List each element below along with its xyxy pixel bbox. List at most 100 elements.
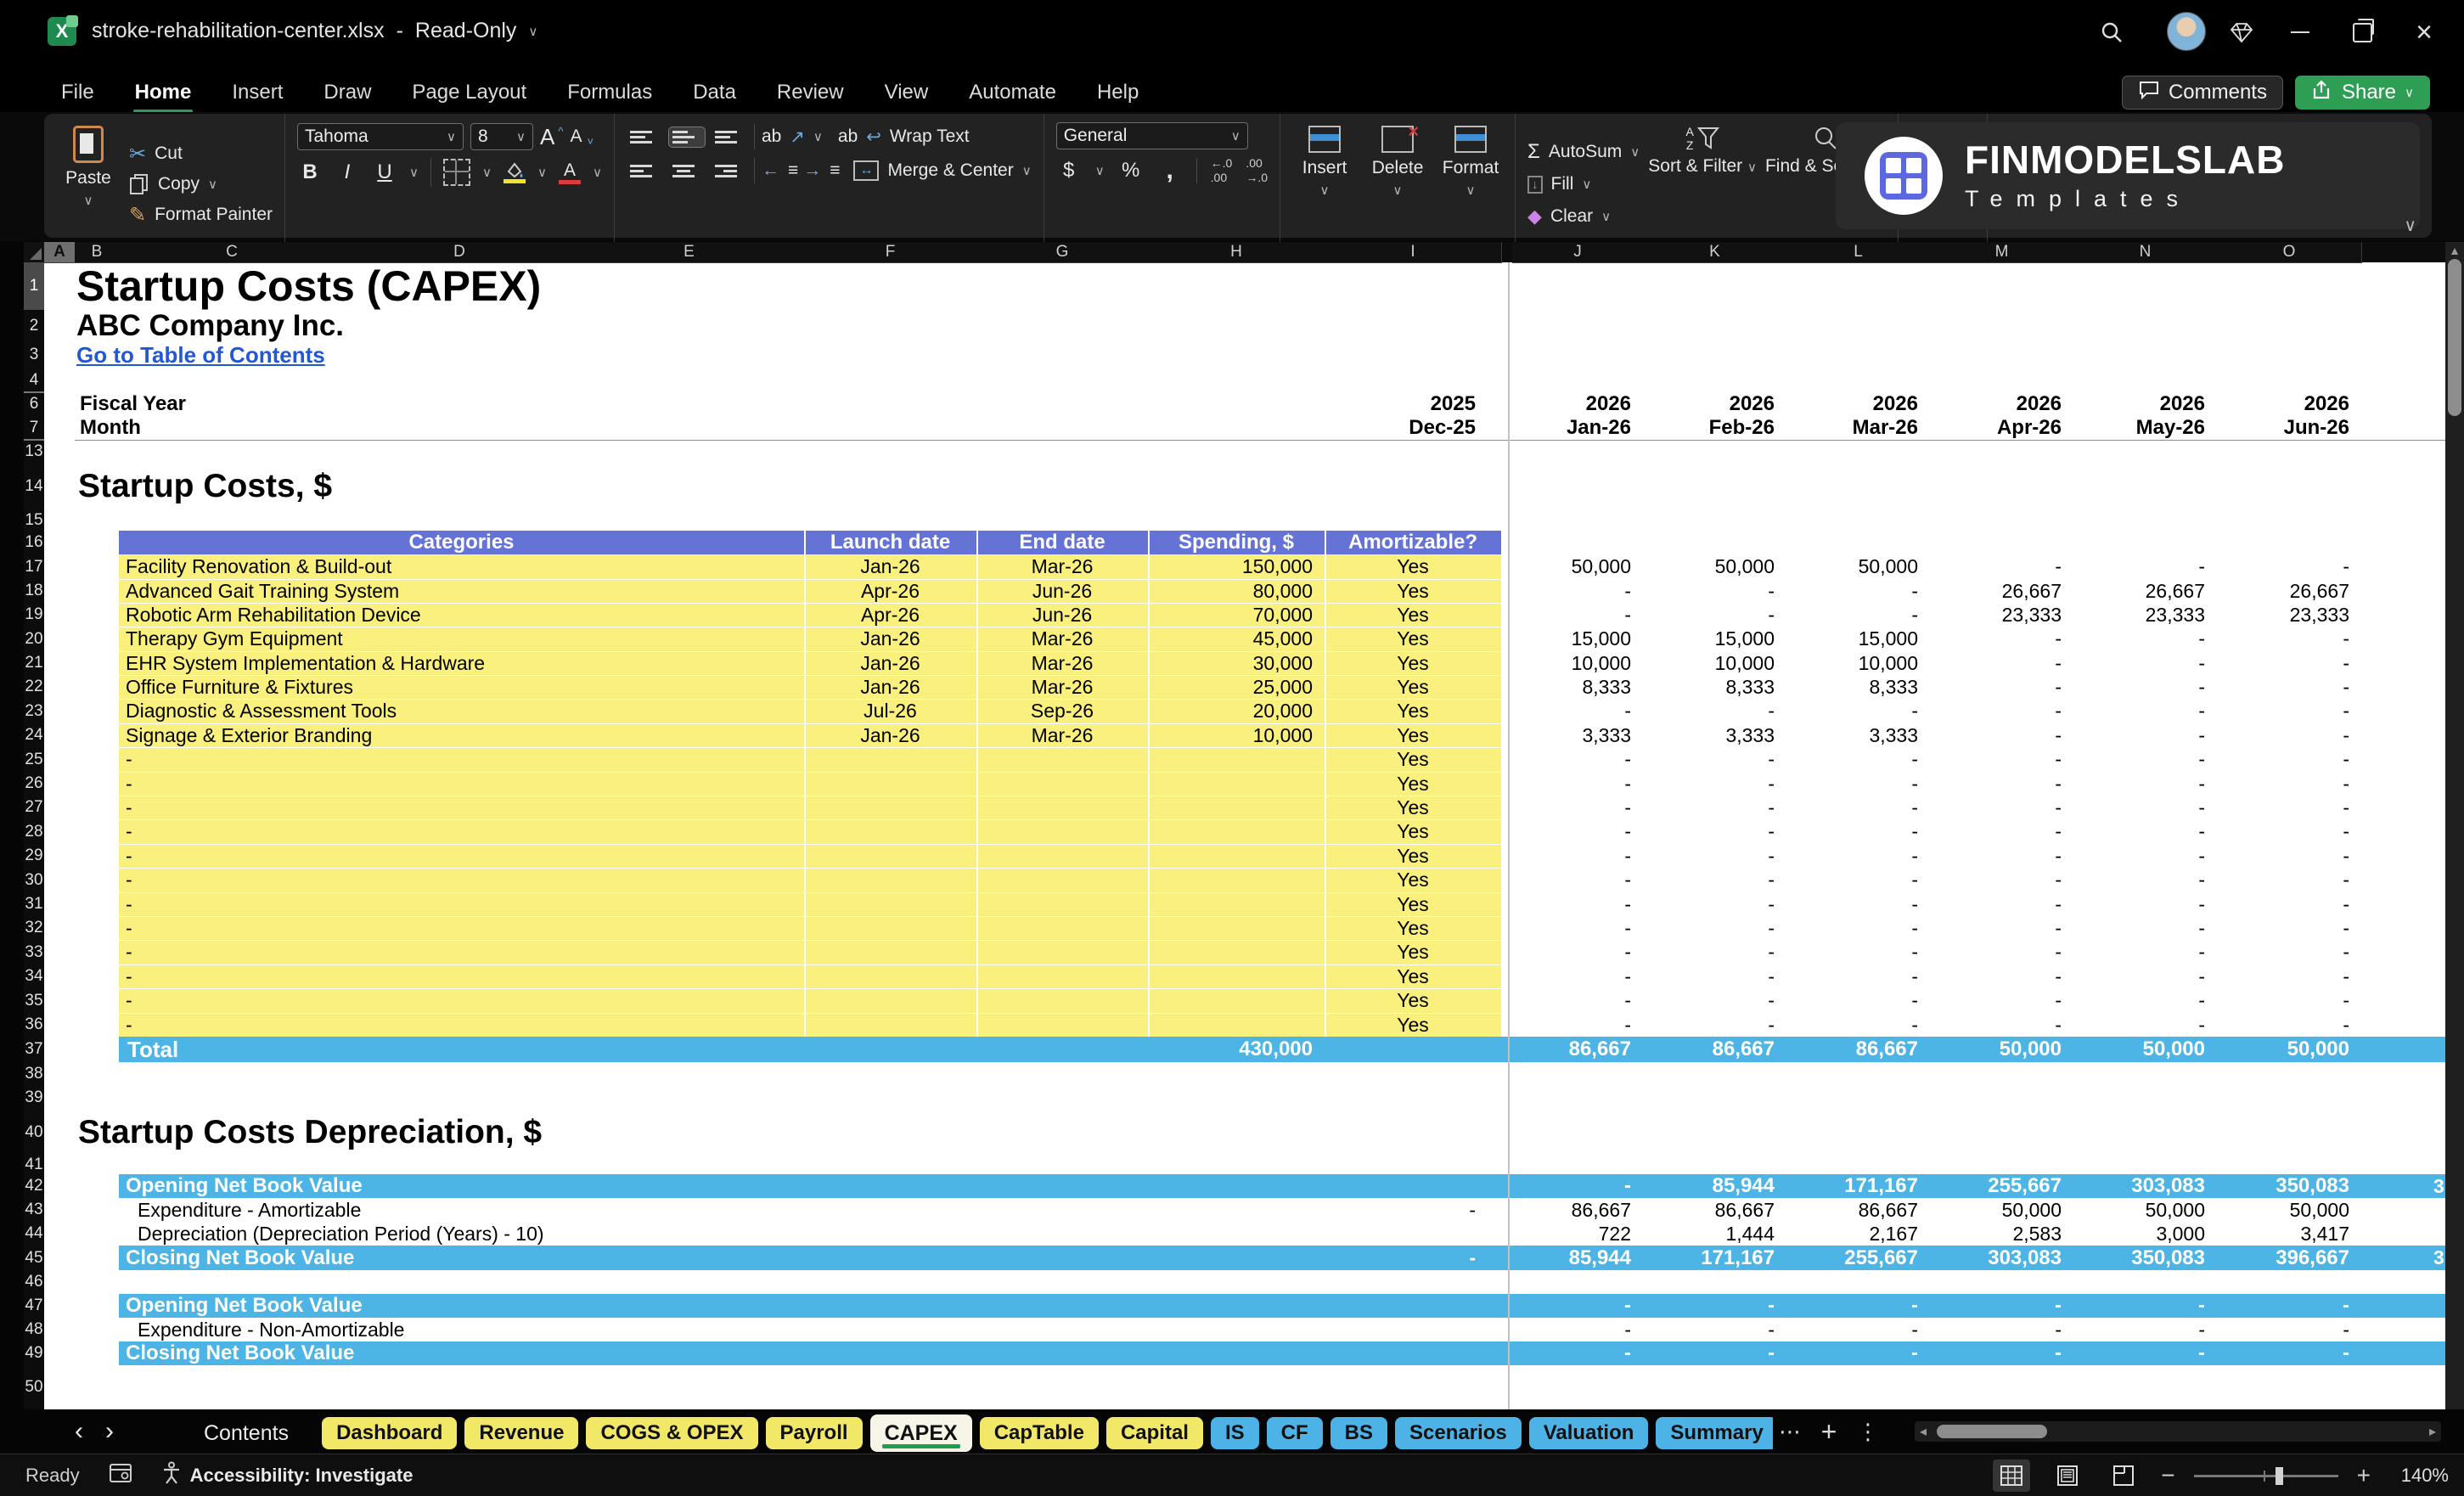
monthly-spending-cell[interactable]: - [2073,1013,2205,1037]
sheet-tab-contents[interactable]: Contents [178,1417,314,1449]
delete-cells-button[interactable]: × Delete ∨ [1365,121,1430,246]
depreciation-value-cell[interactable]: 303,083 [2073,1174,2205,1198]
end-date-cell[interactable]: Jun-26 [976,603,1148,627]
depreciation-value-cell[interactable]: 50,000 [2073,1198,2205,1222]
monthly-spending-cell[interactable]: - [1643,747,1775,772]
vertical-scrollbar[interactable]: ▲ [2445,242,2464,1409]
accessibility-status[interactable]: Accessibility: Investigate [190,1465,413,1487]
underline-button[interactable]: U [372,160,397,184]
sheet-tab-dashboard[interactable]: Dashboard [322,1417,458,1449]
decrease-indent-button[interactable]: ← ≡ [762,156,798,185]
depreciation-value-cell[interactable]: 255,667 [1786,1246,1918,1270]
menu-tab-insert[interactable]: Insert [215,76,300,110]
chevron-down-icon[interactable]: ∨ [528,24,537,39]
depreciation-value-cell[interactable]: - [2073,1294,2205,1318]
depreciation-value-cell[interactable]: 50,000 [2217,1198,2349,1222]
insert-cells-button[interactable]: Insert ∨ [1292,122,1357,246]
depreciation-value-cell[interactable]: 722 [1512,1222,1631,1246]
cost-category-cell[interactable]: - [126,844,796,868]
bold-button[interactable]: B [297,160,323,184]
monthly-spending-cell[interactable]: - [1643,892,1775,916]
monthly-spending-cell[interactable]: - [2073,796,2205,819]
depreciation-value-cell[interactable]: 171,167 [1643,1246,1775,1270]
cost-category-cell[interactable]: Advanced Gait Training System [126,579,796,603]
macro-record-icon[interactable] [109,1463,132,1488]
total-monthly-cell[interactable]: 50,000 [2073,1037,2205,1062]
monthly-spending-cell[interactable]: - [1930,554,2062,579]
monthly-spending-cell[interactable]: - [1512,868,1631,892]
more-sheets-button[interactable]: ⋯ [1773,1409,1807,1454]
row-header-13[interactable]: 13 [24,440,44,464]
monthly-spending-cell[interactable]: - [2217,554,2349,579]
amortizable-cell[interactable]: Yes [1325,892,1501,916]
depreciation-value-cell[interactable]: - [1930,1341,2062,1365]
fiscal-year-value[interactable]: 2026 [2217,392,2349,416]
cost-category-cell[interactable]: Robotic Arm Rehabilitation Device [126,603,796,627]
monthly-spending-cell[interactable]: 8,333 [1786,675,1918,699]
next-sheet-arrow[interactable]: › [105,1417,114,1446]
fiscal-year-value[interactable]: 2026 [1930,392,2062,416]
monthly-spending-cell[interactable]: - [1512,916,1631,940]
monthly-spending-cell[interactable]: - [1930,892,2062,916]
monthly-spending-cell[interactable]: - [1512,892,1631,916]
amortizable-cell[interactable]: Yes [1325,675,1501,699]
column-header-D[interactable]: D [345,242,575,263]
depreciation-value-cell[interactable]: 2,167 [1786,1222,1918,1246]
monthly-spending-cell[interactable]: 8,333 [1512,675,1631,699]
depreciation-row-label[interactable]: Expenditure - Amortizable [138,1198,1072,1222]
amortizable-cell[interactable]: Yes [1325,723,1501,747]
month-value[interactable]: Dec-25 [1325,416,1476,440]
depreciation-value-cell[interactable]: 171,167 [1786,1174,1918,1198]
monthly-spending-cell[interactable]: - [2217,988,2349,1013]
sort-filter-button[interactable]: AZ Sort & Filter ∨ [1648,122,1757,246]
row-header-33[interactable]: 33 [24,940,44,965]
monthly-spending-cell[interactable]: - [1786,988,1918,1013]
monthly-spending-cell[interactable]: - [1643,940,1775,965]
monthly-spending-cell[interactable]: - [1930,988,2062,1013]
depreciation-value-cell[interactable]: 2,583 [1930,1222,2062,1246]
cost-category-cell[interactable]: - [126,1013,796,1037]
monthly-spending-cell[interactable]: - [1643,699,1775,723]
depreciation-value-cell[interactable]: - [1786,1341,1918,1365]
depreciation-value-cell[interactable]: - [2217,1318,2349,1341]
monthly-spending-cell[interactable]: - [2217,747,2349,772]
sheet-tab-payroll[interactable]: Payroll [765,1417,863,1449]
end-date-cell[interactable]: Mar-26 [976,651,1148,675]
amortizable-cell[interactable]: Yes [1325,699,1501,723]
launch-date-cell[interactable]: Jul-26 [804,699,976,723]
table-header-spending[interactable]: Spending, $ [1148,531,1325,554]
monthly-spending-cell[interactable]: - [1930,844,2062,868]
monthly-spending-cell[interactable]: - [1643,916,1775,940]
row-header-7[interactable]: 7 [24,416,44,441]
italic-button[interactable]: I [335,160,360,184]
monthly-spending-cell[interactable]: - [2073,916,2205,940]
monthly-spending-cell[interactable]: - [1643,603,1775,627]
monthly-spending-cell[interactable]: - [2217,651,2349,675]
menu-tab-draw[interactable]: Draw [307,76,388,110]
depreciation-row-label[interactable]: Opening Net Book Value [126,1174,1060,1198]
sheet-tab-capex[interactable]: CAPEX [869,1414,972,1452]
depreciation-value-cell[interactable]: 255,667 [1930,1174,2062,1198]
monthly-spending-cell[interactable]: - [2073,844,2205,868]
monthly-spending-cell[interactable]: - [1930,796,2062,819]
sheet-tab-captable[interactable]: CapTable [979,1417,1099,1449]
depreciation-value-cell[interactable]: - [1930,1294,2062,1318]
depreciation-value-cell[interactable]: 1,444 [1643,1222,1775,1246]
sheet-tab-summary[interactable]: Summary [1656,1417,1773,1449]
premium-diamond-icon[interactable] [2225,15,2259,49]
spending-cell[interactable]: 80,000 [1148,579,1313,603]
row-header-23[interactable]: 23 [24,699,44,724]
search-icon[interactable] [2095,15,2129,49]
monthly-spending-cell[interactable]: - [1512,579,1631,603]
menu-tab-help[interactable]: Help [1080,76,1156,110]
spending-cell[interactable]: 20,000 [1148,699,1313,723]
launch-date-cell[interactable]: Jan-26 [804,675,976,699]
monthly-spending-cell[interactable]: - [1643,868,1775,892]
total-monthly-cell[interactable]: 86,667 [1512,1037,1631,1062]
monthly-spending-cell[interactable]: - [1786,747,1918,772]
menu-tab-page-layout[interactable]: Page Layout [395,76,543,110]
format-painter-button[interactable]: ✎ Format Painter [129,200,273,229]
page-break-view-button[interactable] [2105,1459,2142,1492]
monthly-spending-cell[interactable]: - [1930,940,2062,965]
end-date-cell[interactable]: Mar-26 [976,627,1148,651]
